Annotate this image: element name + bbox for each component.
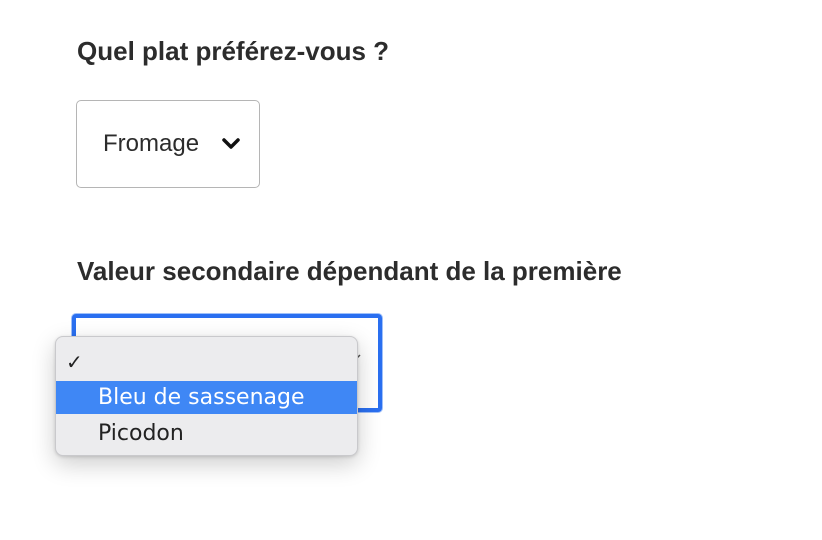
secondary-value-label: Valeur secondaire dépendant de la premiè… bbox=[77, 256, 622, 286]
dropdown-option-empty[interactable]: ✓ bbox=[56, 345, 357, 378]
dropdown-option-picodon[interactable]: Picodon bbox=[56, 417, 357, 450]
checkmark-icon: ✓ bbox=[66, 349, 83, 374]
dish-select[interactable]: Fromage bbox=[76, 100, 260, 188]
dropdown-option-bleu-de-sassenage[interactable]: Bleu de sassenage bbox=[56, 381, 357, 414]
page: Quel plat préférez-vous ? Fromage Valeur… bbox=[0, 0, 822, 540]
secondary-select-dropdown: ✓ Bleu de sassenage Picodon bbox=[55, 336, 358, 456]
dish-select-value: Fromage bbox=[103, 130, 200, 157]
dropdown-option-label: Bleu de sassenage bbox=[98, 385, 305, 410]
dish-question-label: Quel plat préférez-vous ? bbox=[77, 36, 390, 66]
chevron-down-icon bbox=[219, 132, 243, 156]
dropdown-option-label: Picodon bbox=[98, 421, 184, 446]
